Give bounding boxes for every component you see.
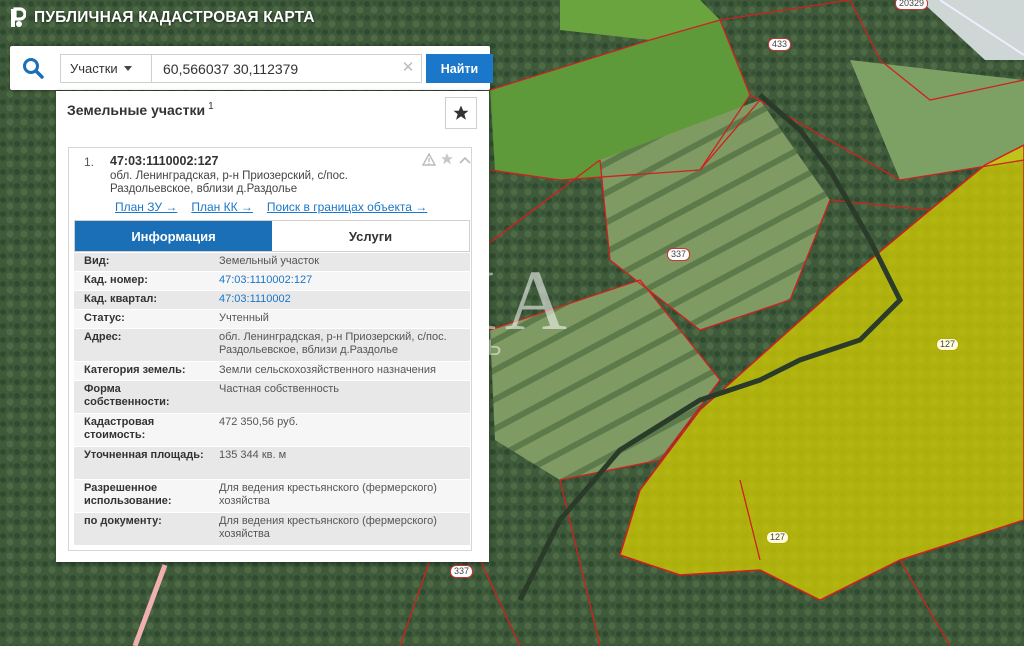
info-row: Форма собственности: Частная собственнос… (74, 381, 470, 414)
info-key: Кад. квартал: (84, 293, 158, 305)
info-row: Кад. квартал: 47:03:1110002 (74, 291, 470, 310)
chevron-up-icon[interactable] (458, 154, 472, 168)
info-value: Учтенный (219, 312, 269, 324)
info-value: Для ведения крестьянского (фермерского) … (219, 482, 437, 507)
rosreestr-logo-icon (11, 7, 26, 27)
info-row: Статус: Учтенный (74, 310, 470, 329)
info-key: Адрес: (84, 331, 122, 343)
panel-title-text: Земельные участки (67, 102, 206, 118)
cad-number-link[interactable]: 47:03:1110002:127 (205, 272, 470, 290)
card-tools (421, 152, 472, 169)
result-address: обл. Ленинградская, р-н Приозерский, с/п… (110, 170, 410, 196)
info-row: Разрешенное использование: Для ведения к… (74, 480, 470, 513)
app-title: ПУБЛИЧНАЯ КАДАСТРОВАЯ КАРТА (34, 9, 315, 26)
info-value: Земли сельскохозяйственного назначения (219, 364, 436, 376)
map-label-127-2[interactable]: 127 (766, 531, 790, 544)
info-row: Категория земель: Земли сельскохозяйстве… (74, 362, 470, 381)
info-row: Кад. номер: 47:03:1110002:127 (74, 272, 470, 291)
info-row: Адрес: обл. Ленинградская, р-н Приозерск… (74, 329, 470, 362)
info-row: Вид: Земельный участок (74, 253, 470, 272)
info-row: Уточненная площадь: 135 344 кв. м (74, 447, 470, 480)
info-key: по документу: (84, 515, 162, 527)
search-bar: Участки ✕ Найти (10, 46, 493, 90)
info-key: Кадастровая стоимость: (84, 416, 155, 441)
result-address-line1: обл. Ленинградская, р-н Приозерский, с/п… (110, 170, 348, 182)
info-table: Вид: Земельный участок Кад. номер: 47:03… (74, 253, 470, 546)
info-value: обл. Ленинградская, р-н Приозерский, с/п… (219, 331, 447, 356)
panel-title: Земельные участки 1 (67, 101, 214, 118)
map-label-127[interactable]: 127 (936, 338, 960, 351)
result-index: 1. (84, 155, 95, 169)
info-key: Вид: (84, 255, 110, 267)
map-label-20329: 20329 (895, 0, 929, 10)
object-type-label: Участки (70, 61, 118, 76)
info-value: 472 350,56 руб. (219, 416, 299, 428)
warning-icon[interactable] (421, 152, 437, 169)
star-icon[interactable] (440, 152, 454, 169)
search-icon[interactable] (21, 56, 45, 80)
search-input[interactable] (152, 54, 422, 83)
tab-info[interactable]: Информация (75, 221, 272, 251)
plan-kk-link[interactable]: План КК → (191, 200, 253, 214)
info-key: Категория земель: (84, 364, 186, 376)
info-row: по документу: Для ведения крестьянского … (74, 513, 470, 546)
result-count: 1 (208, 101, 214, 112)
object-type-select[interactable]: Участки (60, 54, 152, 83)
info-key: Кад. номер: (84, 274, 148, 286)
info-key: Разрешенное использование: (84, 482, 172, 507)
tab-services[interactable]: Услуги (272, 221, 469, 251)
info-key: Статус: (84, 312, 125, 324)
result-tabs: Информация Услуги (74, 220, 470, 252)
info-key: Форма собственности: (84, 383, 170, 408)
favorites-button[interactable] (445, 97, 477, 129)
info-value: 135 344 кв. м (219, 449, 287, 461)
info-row: Кадастровая стоимость: 472 350,56 руб. (74, 414, 470, 447)
map-label-433: 433 (768, 38, 792, 51)
star-icon (453, 105, 469, 120)
find-button[interactable]: Найти (426, 54, 493, 83)
info-value: Земельный участок (219, 255, 320, 267)
cad-quarter-link[interactable]: 47:03:1110002 (205, 291, 470, 309)
chevron-down-icon (123, 66, 132, 71)
result-address-line2: Раздольевское, вблизи д.Раздолье (110, 183, 298, 195)
info-value: Частная собственность (219, 383, 340, 395)
result-card: 1. 47:03:1110002:127 обл. Ленинградская,… (68, 147, 472, 551)
map-label-337-2: 337 (450, 565, 474, 578)
results-panel: Земельные участки 1 1. 47:03:1110002:127 … (56, 91, 489, 562)
brand-header: ПУБЛИЧНАЯ КАДАСТРОВАЯ КАРТА (10, 7, 315, 29)
close-icon[interactable]: ✕ (401, 60, 415, 76)
plan-zu-link[interactable]: План ЗУ → (115, 200, 177, 214)
cadastral-number[interactable]: 47:03:1110002:127 (110, 154, 218, 168)
info-value: Для ведения крестьянского (фермерского) … (219, 515, 437, 540)
map-label-337: 337 (667, 248, 691, 261)
result-links: План ЗУ → План КК → Поиск в границах объ… (115, 200, 427, 214)
search-in-bounds-link[interactable]: Поиск в границах объекта → (267, 200, 427, 214)
info-key: Уточненная площадь: (84, 449, 204, 461)
